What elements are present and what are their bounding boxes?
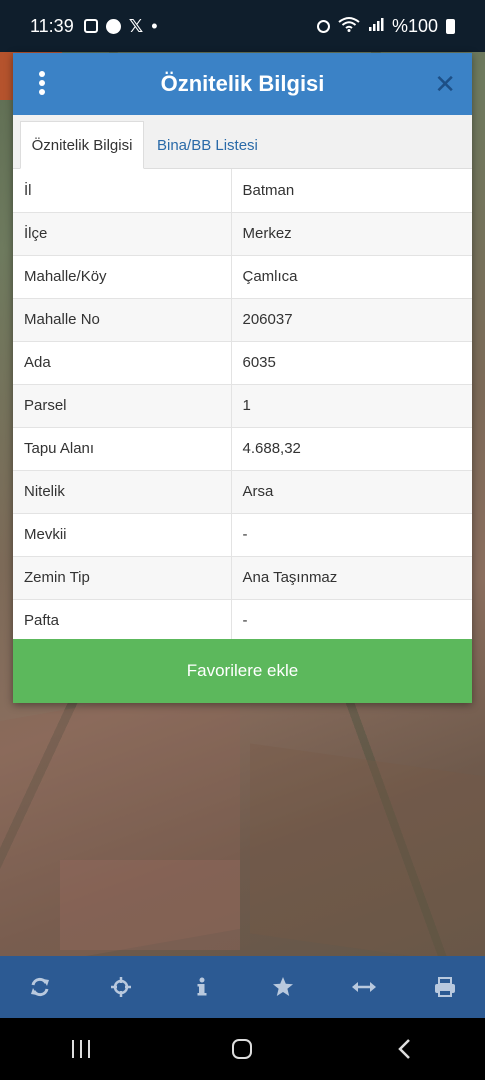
- status-time: 11:39: [30, 15, 74, 36]
- android-nav-bar: [0, 1018, 485, 1080]
- row-key: Mevkii: [13, 513, 232, 557]
- info-icon[interactable]: [178, 963, 226, 1011]
- table-row: Mevkii -: [13, 513, 472, 557]
- row-value: Ana Taşınmaz: [231, 556, 472, 600]
- table-row: Mahalle No 206037: [13, 298, 472, 342]
- row-value: Merkez: [231, 212, 472, 256]
- row-key: Tapu Alanı: [13, 427, 232, 471]
- back-icon[interactable]: [374, 1024, 434, 1074]
- notification-icons: 𝕏 •: [83, 15, 158, 37]
- dialog-tabs: Öznitelik Bilgisi Bina/BB Listesi: [13, 115, 472, 169]
- row-key: İl: [13, 169, 232, 213]
- attribute-dialog: Öznitelik Bilgisi ✕ Öznitelik Bilgisi Bi…: [13, 53, 472, 703]
- recent-apps-icon[interactable]: [51, 1024, 111, 1074]
- row-key: Parsel: [13, 384, 232, 428]
- row-value: 206037: [231, 298, 472, 342]
- table-row: Ada 6035: [13, 341, 472, 385]
- row-value: 6035: [231, 341, 472, 385]
- row-value: Arsa: [231, 470, 472, 514]
- row-key: Nitelik: [13, 470, 232, 514]
- tab-attribute-info[interactable]: Öznitelik Bilgisi: [20, 121, 144, 169]
- table-row: İlçe Merkez: [13, 212, 472, 256]
- table-row: Mahalle/Köy Çamlıca: [13, 255, 472, 299]
- dialog-title: Öznitelik Bilgisi: [160, 71, 325, 96]
- add-favorite-button[interactable]: Favorilere ekle: [13, 639, 472, 703]
- row-value: Çamlıca: [231, 255, 472, 299]
- table-row: Zemin Tip Ana Taşınmaz: [13, 556, 472, 600]
- measure-icon[interactable]: [340, 963, 388, 1011]
- dot-icon: •: [151, 15, 158, 36]
- table-row: Nitelik Arsa: [13, 470, 472, 514]
- battery-icon: [446, 18, 455, 34]
- table-row: Pafta -: [13, 599, 472, 643]
- menu-kebab-icon[interactable]: [35, 71, 49, 97]
- crosshair-icon[interactable]: [97, 963, 145, 1011]
- row-value: 4.688,32: [231, 427, 472, 471]
- facebook-icon: [105, 18, 121, 34]
- row-key: Zemin Tip: [13, 556, 232, 600]
- tab-building-list[interactable]: Bina/BB Listesi: [157, 121, 258, 169]
- table-row: İl Batman: [13, 169, 472, 213]
- row-value: Batman: [231, 169, 472, 213]
- alarm-icon: [316, 19, 330, 33]
- row-key: Pafta: [13, 599, 232, 643]
- row-key: Mahalle/Köy: [13, 255, 232, 299]
- print-icon[interactable]: [421, 963, 469, 1011]
- row-key: Mahalle No: [13, 298, 232, 342]
- table-row: Tapu Alanı 4.688,32: [13, 427, 472, 471]
- attribute-table: İl Batman İlçe Merkez Mahalle/Köy Çamlıca M…: [13, 169, 472, 643]
- status-bar: 11:39 𝕏 • %100: [0, 0, 485, 52]
- row-value: 1: [231, 384, 472, 428]
- gallery-icon: [83, 19, 98, 33]
- x-icon: 𝕏: [128, 15, 144, 36]
- signal-icon: [368, 16, 384, 37]
- battery-text: %100: [391, 15, 438, 36]
- home-icon[interactable]: [212, 1024, 272, 1074]
- dialog-header: Öznitelik Bilgisi ✕: [13, 53, 472, 115]
- row-value: -: [231, 513, 472, 557]
- table-row: Parsel 1: [13, 384, 472, 428]
- star-icon[interactable]: [259, 963, 307, 1011]
- map-toolbar: [0, 956, 485, 1018]
- row-value: -: [231, 599, 472, 643]
- wifi-icon: [338, 16, 360, 37]
- refresh-icon[interactable]: [16, 963, 64, 1011]
- row-key: İlçe: [13, 212, 232, 256]
- close-icon[interactable]: ✕: [434, 70, 456, 98]
- row-key: Ada: [13, 341, 232, 385]
